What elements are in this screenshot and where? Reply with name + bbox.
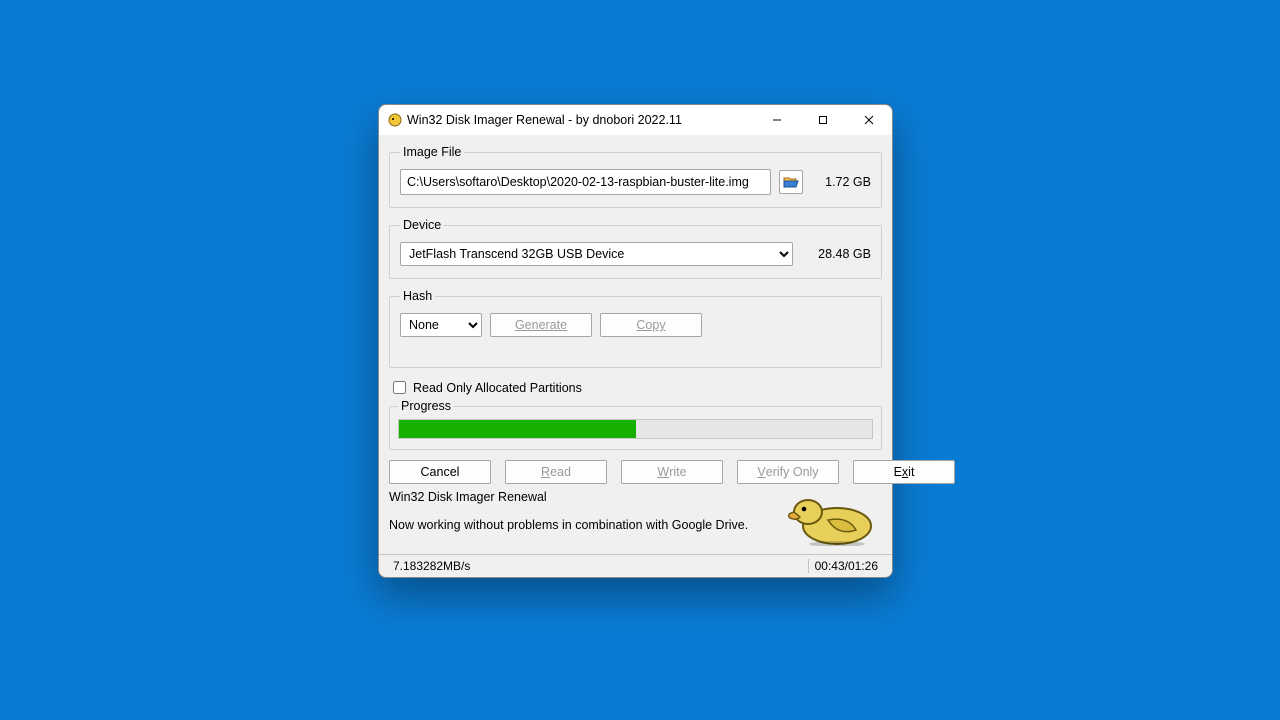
window-body: Image File 1.72 GB Device JetFlash Trans… [379, 135, 892, 554]
progress-bar [398, 419, 873, 439]
duck-icon [782, 490, 882, 546]
generate-button[interactable]: Generate [490, 313, 592, 337]
app-icon [387, 112, 403, 128]
app-window: Win32 Disk Imager Renewal - by dnobori 2… [378, 104, 893, 578]
read-only-checkbox[interactable]: Read Only Allocated Partitions [389, 378, 882, 397]
hash-label: Hash [400, 289, 435, 303]
action-buttons: Cancel Read Write Verify Only Exit [389, 460, 882, 484]
cancel-button[interactable]: Cancel [389, 460, 491, 484]
exit-button[interactable]: Exit [853, 460, 955, 484]
status-bar: 7.183282MB/s 00:43/01:26 [379, 554, 892, 577]
footer-appname: Win32 Disk Imager Renewal [389, 490, 772, 504]
footer: Win32 Disk Imager Renewal Now working wi… [389, 490, 882, 546]
read-only-checkbox-input[interactable] [393, 381, 406, 394]
folder-open-icon [783, 175, 799, 189]
close-button[interactable] [846, 105, 892, 135]
maximize-icon [818, 115, 828, 125]
close-icon [864, 115, 874, 125]
window-title: Win32 Disk Imager Renewal - by dnobori 2… [403, 113, 754, 127]
progress-label: Progress [398, 399, 454, 413]
write-button[interactable]: Write [621, 460, 723, 484]
status-time: 00:43/01:26 [808, 559, 884, 573]
hash-group: Hash None Generate Copy [389, 289, 882, 368]
read-button[interactable]: Read [505, 460, 607, 484]
device-size: 28.48 GB [801, 247, 871, 261]
device-select[interactable]: JetFlash Transcend 32GB USB Device [400, 242, 793, 266]
image-file-size: 1.72 GB [811, 175, 871, 189]
read-only-label: Read Only Allocated Partitions [413, 381, 582, 395]
image-file-label: Image File [400, 145, 464, 159]
minimize-icon [772, 115, 782, 125]
browse-button[interactable] [779, 170, 803, 194]
device-group: Device JetFlash Transcend 32GB USB Devic… [389, 218, 882, 279]
status-speed: 7.183282MB/s [387, 559, 476, 573]
progress-fill [399, 420, 636, 438]
copy-button[interactable]: Copy [600, 313, 702, 337]
hash-algo-select[interactable]: None [400, 313, 482, 337]
device-label: Device [400, 218, 444, 232]
verify-button[interactable]: Verify Only [737, 460, 839, 484]
image-file-path-input[interactable] [400, 169, 771, 195]
footer-tagline: Now working without problems in combinat… [389, 518, 772, 532]
progress-group: Progress [389, 399, 882, 450]
minimize-button[interactable] [754, 105, 800, 135]
maximize-button[interactable] [800, 105, 846, 135]
image-file-group: Image File 1.72 GB [389, 145, 882, 208]
titlebar: Win32 Disk Imager Renewal - by dnobori 2… [379, 105, 892, 135]
